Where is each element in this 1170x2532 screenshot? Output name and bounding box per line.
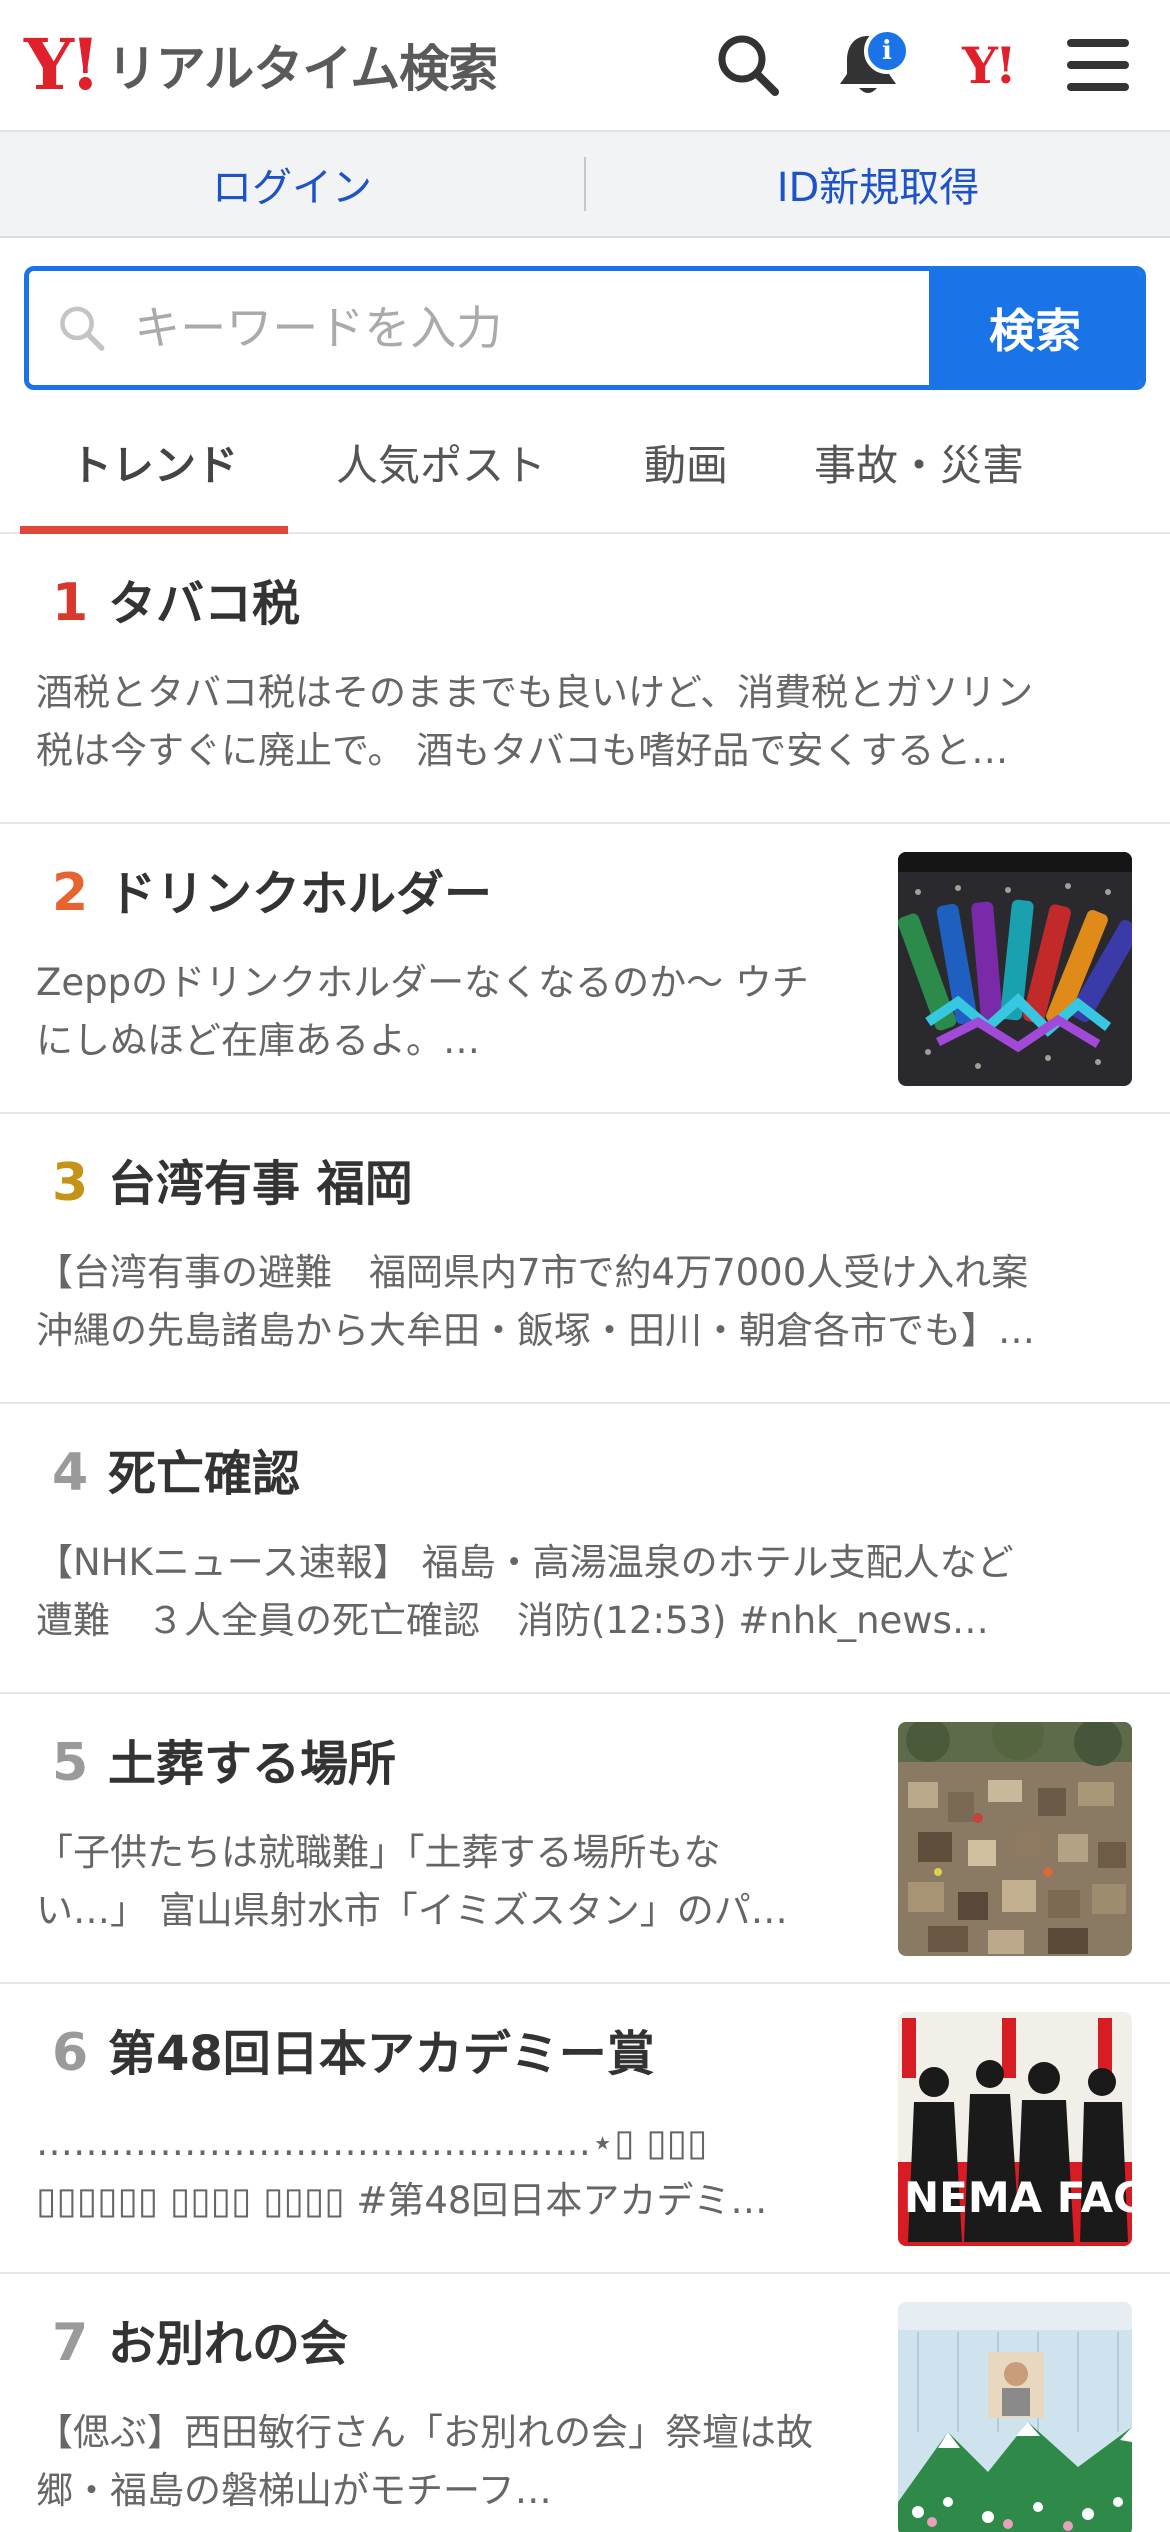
snippet-line: にしぬほど在庫あるよ。… xyxy=(36,1019,480,1062)
snippet-line: 【台湾有事の避難 福岡県内7市で約4万7000人受け入れ案 xyxy=(36,1251,1029,1294)
trend-item[interactable]: 5 土葬する場所 「子供たちは就職難」「土葬する場所もな い…」 富山県射水市「… xyxy=(0,1694,1170,1984)
snippet-line: ………………………………………⋆▯ ▯▯▯ xyxy=(36,2121,708,2164)
yahoo-top-button[interactable]: Y! xyxy=(928,10,1048,120)
trend-rank: 5 xyxy=(52,1733,89,1793)
snippet-line: 【NHKニュース速報】 福島・高湯温泉のホテル支配人など xyxy=(36,1541,1014,1584)
trend-rank: 6 xyxy=(52,2023,89,2083)
tab-trend[interactable]: トレンド xyxy=(20,392,288,534)
header-actions: i Y! xyxy=(688,10,1148,120)
tab-popular-posts[interactable]: 人気ポスト xyxy=(288,392,594,532)
trend-snippet: 酒税とタバコ税はそのままでも良いけど、消費税とガソリン 税は今すぐに廃止で。 酒… xyxy=(36,664,1134,780)
register-link[interactable]: ID新規取得 xyxy=(586,155,1170,213)
trend-item[interactable]: 6 第48回日本アカデミー賞 ………………………………………⋆▯ ▯▯▯ ▯▯▯… xyxy=(0,1984,1170,2274)
yahoo-logo: Y! xyxy=(24,23,101,106)
trend-thumbnail[interactable] xyxy=(898,852,1132,1086)
trend-item[interactable]: 7 お別れの会 【偲ぶ】西田敏行さん「お別れの会」祭壇は故 郷・福島の磐梯山がモ… xyxy=(0,2274,1170,2532)
trend-title: 第48回日本アカデミー賞 xyxy=(108,2026,655,2082)
trend-rank: 4 xyxy=(52,1443,89,1503)
search-button[interactable] xyxy=(688,10,808,120)
search-submit-button[interactable]: 検索 xyxy=(929,271,1141,385)
snippet-line: ▯▯▯▯▯▯ ▯▯▯▯ ▯▯▯▯ #第48回日本アカデミ… xyxy=(36,2179,768,2222)
trend-snippet: 【台湾有事の避難 福岡県内7市で約4万7000人受け入れ案 沖縄の先島諸島から大… xyxy=(36,1244,1134,1360)
thumb-cinema-text: NEMA FACE xyxy=(904,2173,1132,2222)
trend-item[interactable]: 1 タバコ税 酒税とタバコ税はそのままでも良いけど、消費税とガソリン 税は今すぐ… xyxy=(0,534,1170,824)
snippet-line: 沖縄の先島諸島から大牟田・飯塚・田川・朝倉各市でも】… xyxy=(36,1309,1035,1352)
brand-logo[interactable]: Y! リアルタイム検索 xyxy=(24,23,498,106)
login-link[interactable]: ログイン xyxy=(0,155,584,213)
search-field[interactable] xyxy=(29,271,929,385)
trend-snippet: ………………………………………⋆▯ ▯▯▯ ▯▯▯▯▯▯ ▯▯▯▯ ▯▯▯▯ #… xyxy=(36,2114,876,2230)
trend-item[interactable]: 4 死亡確認 【NHKニュース速報】 福島・高湯温泉のホテル支配人など 遭難 ３… xyxy=(0,1404,1170,1694)
app-header: Y! リアルタイム検索 i Y! xyxy=(0,0,1170,132)
trend-item[interactable]: 2 ドリンクホルダー Zeppのドリンクホルダーなくなるのか〜 ウチ にしぬほど… xyxy=(0,824,1170,1114)
snippet-line: 税は今すぐに廃止で。 酒もタバコも嗜好品で安くすると… xyxy=(36,729,1009,772)
trend-title: 土葬する場所 xyxy=(108,1736,397,1792)
trend-thumbnail[interactable] xyxy=(898,1722,1132,1956)
tab-bar: トレンド 人気ポスト 動画 事故・災害 xyxy=(0,392,1170,534)
yahoo-logo-icon: Y! xyxy=(962,35,1017,95)
search-box: 検索 xyxy=(24,266,1146,390)
snippet-line: 遭難 ３人全員の死亡確認 消防(12:53) #nhk_news… xyxy=(36,1599,989,1642)
tab-video[interactable]: 動画 xyxy=(594,392,778,532)
menu-button[interactable] xyxy=(1048,10,1148,120)
trend-rank: 2 xyxy=(52,863,89,923)
trend-rank: 7 xyxy=(52,2313,89,2373)
snippet-line: 酒税とタバコ税はそのままでも良いけど、消費税とガソリン xyxy=(36,671,1034,714)
snippet-line: 【偲ぶ】西田敏行さん「お別れの会」祭壇は故 xyxy=(36,2411,813,2454)
notification-button[interactable]: i xyxy=(808,10,928,120)
trend-snippet: 【偲ぶ】西田敏行さん「お別れの会」祭壇は故 郷・福島の磐梯山がモチーフ… xyxy=(36,2404,876,2520)
site-title: リアルタイム検索 xyxy=(106,40,498,98)
snippet-line: 「子供たちは就職難」「土葬する場所もな xyxy=(36,1831,721,1874)
notification-badge: i xyxy=(864,28,910,74)
trend-list: 1 タバコ税 酒税とタバコ税はそのままでも良いけど、消費税とガソリン 税は今すぐ… xyxy=(0,534,1170,2532)
trend-item[interactable]: 3 台湾有事 福岡 【台湾有事の避難 福岡県内7市で約4万7000人受け入れ案 … xyxy=(0,1114,1170,1404)
trend-snippet: 【NHKニュース速報】 福島・高湯温泉のホテル支配人など 遭難 ３人全員の死亡確… xyxy=(36,1534,1134,1650)
snippet-line: 郷・福島の磐梯山がモチーフ… xyxy=(36,2469,552,2512)
trend-title: タバコ税 xyxy=(108,576,301,632)
trend-thumbnail[interactable]: NEMA FACE xyxy=(898,2012,1132,2246)
trend-title: ドリンクホルダー xyxy=(108,866,493,922)
trend-title: お別れの会 xyxy=(108,2316,349,2372)
trend-snippet: 「子供たちは就職難」「土葬する場所もな い…」 富山県射水市「イミズスタン」のパ… xyxy=(36,1824,876,1940)
auth-bar: ログイン ID新規取得 xyxy=(0,132,1170,238)
trend-snippet: Zeppのドリンクホルダーなくなるのか〜 ウチ にしぬほど在庫あるよ。… xyxy=(36,954,876,1070)
trend-thumbnail[interactable] xyxy=(898,2302,1132,2532)
search-field-icon xyxy=(60,306,105,351)
trend-title: 台湾有事 福岡 xyxy=(108,1156,413,1212)
trend-title: 死亡確認 xyxy=(108,1446,301,1502)
search-icon xyxy=(718,35,779,96)
snippet-line: い…」 富山県射水市「イミズスタン」のパ… xyxy=(36,1889,788,1932)
trend-rank: 3 xyxy=(52,1153,89,1213)
trend-rank: 1 xyxy=(52,573,89,633)
menu-icon xyxy=(1067,39,1129,91)
snippet-line: Zeppのドリンクホルダーなくなるのか〜 ウチ xyxy=(36,961,809,1004)
search-input[interactable] xyxy=(134,301,929,355)
tab-accidents-disasters[interactable]: 事故・災害 xyxy=(778,392,1060,532)
